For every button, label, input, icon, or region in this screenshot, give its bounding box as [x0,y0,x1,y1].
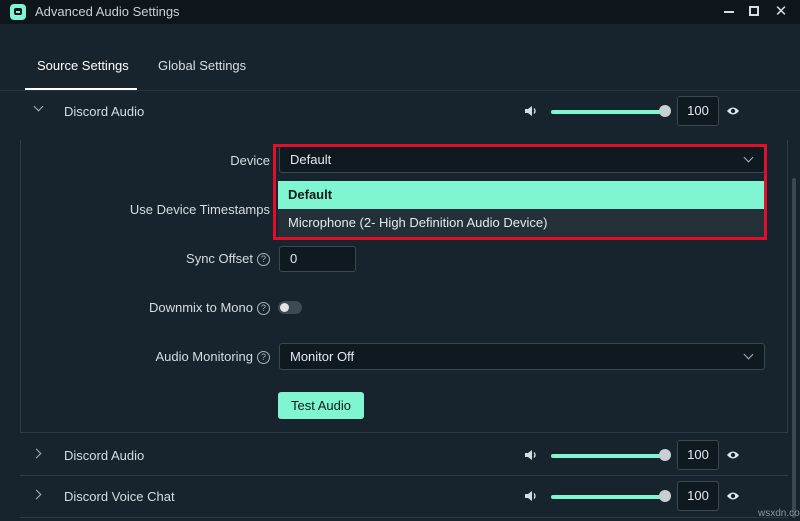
volume-slider[interactable] [551,454,665,458]
speaker-icon[interactable] [523,447,539,463]
speaker-icon[interactable] [523,488,539,504]
downmix-toggle[interactable] [278,301,302,314]
chevron-right-icon[interactable] [31,489,42,500]
title-bar: Advanced Audio Settings ✕ [0,0,800,24]
downmix-label: Downmix to Mono? [0,300,270,315]
close-icon[interactable]: ✕ [768,0,794,24]
maximize-icon[interactable] [742,0,768,24]
tab-source-settings[interactable]: Source Settings [37,58,129,73]
audio-monitoring-value: Monitor Off [290,349,355,364]
chevron-down-icon [743,349,754,360]
device-select[interactable]: Default [279,146,765,173]
audio-monitoring-text: Audio Monitoring [155,349,253,364]
downmix-text: Downmix to Mono [148,300,253,315]
chevron-down-icon [743,152,754,163]
test-audio-button[interactable]: Test Audio [278,392,364,419]
volume-slider[interactable] [551,495,665,499]
sync-offset-input[interactable]: 0 [279,246,356,272]
tab-divider [0,90,800,91]
list-bottom-border [20,517,788,518]
dropdown-option-default[interactable]: Default [278,181,764,209]
app-icon [10,4,26,20]
audio-monitoring-select[interactable]: Monitor Off [279,343,765,370]
source-name: Discord Audio [64,104,145,119]
device-dropdown-list: Default Microphone (2- High Definition A… [278,181,764,237]
tab-global-settings[interactable]: Global Settings [158,58,246,73]
help-icon[interactable]: ? [257,302,270,315]
device-label: Device [230,153,270,168]
volume-input[interactable]: 100 [677,96,719,126]
sync-offset-text: Sync Offset [186,251,253,266]
source-row-discord-audio-2[interactable]: Discord Audio 100 [20,436,788,476]
help-icon[interactable]: ? [257,253,270,266]
device-select-value: Default [290,152,332,167]
volume-slider[interactable] [551,110,665,114]
watermark-text: wsxdn.com [758,508,800,519]
volume-input[interactable]: 100 [677,440,719,470]
audio-monitoring-label: Audio Monitoring? [0,349,270,364]
source-row-discord-audio-1[interactable]: Discord Audio 100 [20,92,788,132]
dropdown-option-microphone[interactable]: Microphone (2- High Definition Audio Dev… [278,209,764,237]
volume-slider-thumb[interactable] [659,449,671,461]
sync-offset-label: Sync Offset? [0,251,270,266]
minimize-icon[interactable] [716,0,742,24]
window-title: Advanced Audio Settings [35,4,180,19]
chevron-down-icon[interactable] [33,101,44,112]
use-device-timestamps-label: Use Device Timestamps [129,202,270,217]
source-name: Discord Audio [64,448,145,463]
eye-icon[interactable] [726,105,740,117]
volume-slider-thumb[interactable] [659,490,671,502]
volume-slider-thumb[interactable] [659,105,671,117]
help-icon[interactable]: ? [257,351,270,364]
eye-icon[interactable] [726,490,740,502]
volume-input[interactable]: 100 [677,481,719,511]
speaker-icon[interactable] [523,103,539,119]
source-name: Discord Voice Chat [64,489,175,504]
scrollbar[interactable] [792,178,796,518]
source-row-discord-voice-chat[interactable]: Discord Voice Chat 100 [20,477,788,517]
chevron-right-icon[interactable] [31,448,42,459]
eye-icon[interactable] [726,449,740,461]
